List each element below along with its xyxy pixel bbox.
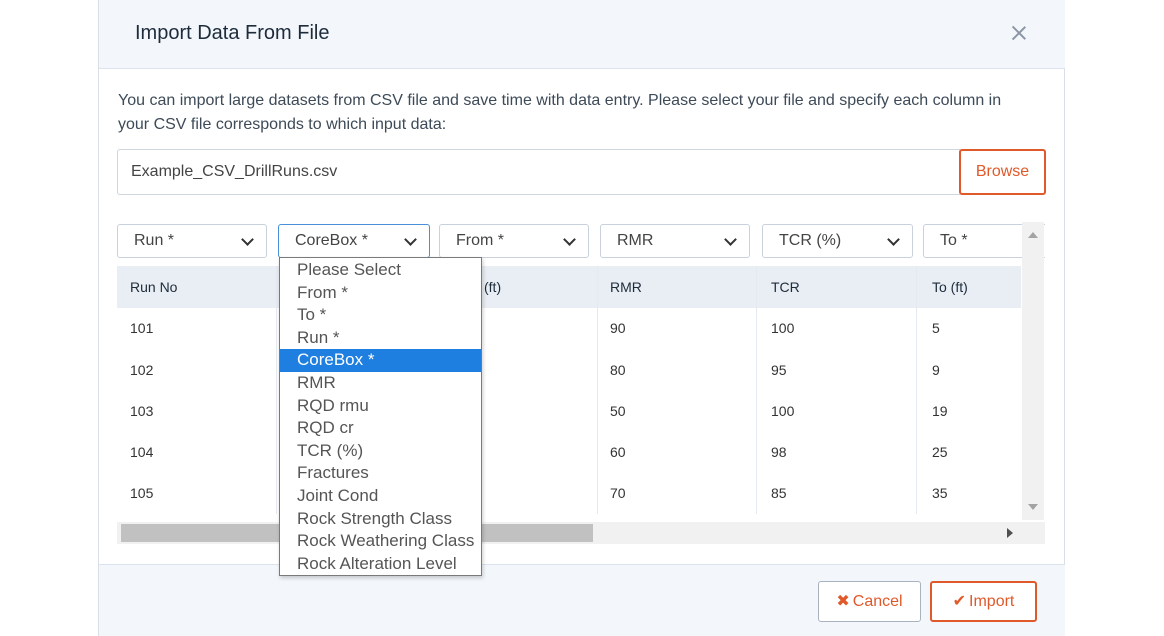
dropdown-option[interactable]: From *	[280, 282, 481, 305]
import-label: Import	[969, 593, 1015, 610]
column-header: TCR	[771, 279, 800, 295]
column-select-4[interactable]: RMR	[600, 224, 750, 258]
horizontal-scrollbar[interactable]	[117, 522, 1045, 544]
table-row: 101 90 100 5	[117, 308, 1021, 349]
dialog-footer: ✖ Cancel ✔ Import	[99, 564, 1065, 636]
table-row: 102 80 95 9	[117, 350, 1021, 391]
cancel-label: Cancel	[852, 593, 903, 610]
dropdown-option[interactable]: To *	[280, 304, 481, 327]
dialog-header: Import Data From File	[99, 0, 1065, 69]
dropdown-option[interactable]: Rock Alteration Level	[280, 553, 481, 576]
import-button[interactable]: ✔ Import	[930, 581, 1037, 622]
cell-run: 104	[130, 444, 154, 460]
dropdown-option[interactable]: Fractures	[280, 462, 481, 485]
cell-tcr: 100	[771, 320, 795, 336]
dropdown-option[interactable]: Run *	[280, 327, 481, 350]
cancel-button[interactable]: ✖ Cancel	[818, 581, 921, 622]
close-icon[interactable]	[1008, 22, 1030, 44]
table-row: 104 60 98 25	[117, 432, 1021, 473]
cell-run: 103	[130, 403, 154, 419]
cell-run: 102	[130, 362, 154, 378]
file-path-input[interactable]: Example_CSV_DrillRuns.csv	[117, 149, 960, 195]
cell-tcr: 98	[771, 444, 787, 460]
column-select-3[interactable]: From *	[439, 224, 589, 258]
cell-to: 25	[932, 444, 948, 460]
cell-to: 19	[932, 403, 948, 419]
column-select-1[interactable]: Run *	[117, 224, 267, 258]
chevron-down-icon	[241, 233, 254, 246]
cell-run: 105	[130, 485, 154, 501]
column-header: (ft)	[484, 279, 502, 295]
dropdown-option-selected[interactable]: CoreBox *	[280, 349, 481, 372]
cell-tcr: 100	[771, 403, 795, 419]
column-select-value: TCR (%)	[779, 232, 842, 249]
chevron-down-icon	[887, 233, 900, 246]
dropdown-option[interactable]: Joint Cond	[280, 485, 481, 508]
scroll-down-icon[interactable]	[1028, 504, 1038, 510]
cell-rmr: 60	[610, 444, 626, 460]
browse-button[interactable]: Browse	[959, 149, 1046, 195]
column-select-value: To *	[940, 232, 968, 249]
cell-rmr: 70	[610, 485, 626, 501]
close-icon: ✖	[836, 593, 850, 610]
cell-rmr: 80	[610, 362, 626, 378]
cell-to: 5	[932, 320, 940, 336]
cell-to: 9	[932, 362, 940, 378]
column-select-2[interactable]: CoreBox *	[278, 224, 430, 258]
column-header: To (ft)	[932, 279, 968, 295]
column-select-value: CoreBox *	[295, 232, 368, 249]
column-select-value: Run *	[134, 232, 175, 249]
column-header: Run No	[130, 279, 178, 295]
dropdown-option[interactable]: RMR	[280, 372, 481, 395]
column-select-5[interactable]: TCR (%)	[762, 224, 913, 258]
dialog-title: Import Data From File	[135, 22, 330, 44]
dropdown-option[interactable]: Rock Weathering Class	[280, 530, 481, 553]
cell-tcr: 85	[771, 485, 787, 501]
chevron-down-icon	[724, 233, 737, 246]
scroll-up-icon[interactable]	[1028, 232, 1038, 238]
dropdown-option[interactable]: RQD cr	[280, 417, 481, 440]
column-select-value: From *	[456, 232, 504, 249]
dialog-description: You can import large datasets from CSV f…	[118, 92, 1002, 133]
dropdown-option[interactable]: Rock Strength Class	[280, 508, 481, 531]
cell-to: 35	[932, 485, 948, 501]
dropdown-option[interactable]: Please Select	[280, 259, 481, 282]
column-select-value: RMR	[617, 232, 654, 249]
table-row: 105 70 85 35	[117, 473, 1021, 514]
column-header: RMR	[610, 279, 642, 295]
data-grid: Run * CoreBox * From * RMR TCR (%) To * …	[117, 222, 1045, 544]
column-dropdown-list: Please Select From * To * Run * CoreBox …	[279, 257, 482, 576]
table-row: 103 50 100 19	[117, 391, 1021, 432]
scroll-right-icon[interactable]	[1007, 528, 1013, 538]
chevron-down-icon	[563, 233, 576, 246]
cell-tcr: 95	[771, 362, 787, 378]
chevron-down-icon	[404, 233, 417, 246]
import-dialog: Import Data From File You can import lar…	[98, 0, 1065, 636]
dropdown-option[interactable]: RQD rmu	[280, 395, 481, 418]
table-header: Run No (ft) RMR TCR To (ft)	[117, 266, 1021, 308]
dropdown-option[interactable]: TCR (%)	[280, 440, 481, 463]
cell-run: 101	[130, 320, 154, 336]
cell-rmr: 50	[610, 403, 626, 419]
cell-rmr: 90	[610, 320, 626, 336]
checkmark-icon: ✔	[952, 593, 967, 610]
vertical-scrollbar[interactable]	[1022, 222, 1044, 520]
